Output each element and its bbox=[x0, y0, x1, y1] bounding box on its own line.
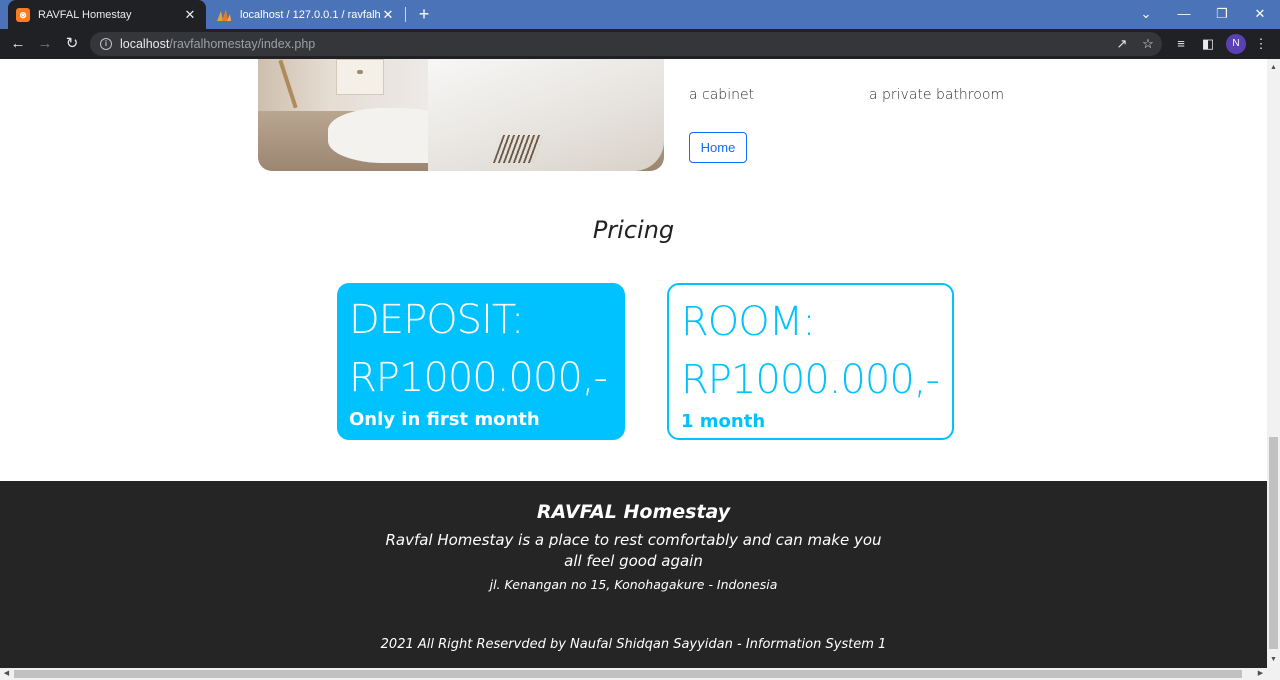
scroll-down-icon[interactable]: ▼ bbox=[1267, 653, 1280, 666]
photo-drawer bbox=[336, 59, 384, 95]
share-icon[interactable]: ↗ bbox=[1112, 32, 1132, 56]
reload-icon[interactable]: ↻ bbox=[60, 32, 84, 56]
browser-toolbar: ← → ↻ i localhost/ravfalhomestay/index.p… bbox=[0, 29, 1280, 59]
vertical-scroll-thumb[interactable] bbox=[1269, 437, 1278, 649]
horizontal-scrollbar[interactable]: ◀ ▶ bbox=[0, 668, 1280, 680]
tab-divider bbox=[405, 7, 406, 22]
back-icon[interactable]: ← bbox=[6, 32, 30, 56]
media-control-icon[interactable]: ≡ bbox=[1170, 32, 1192, 56]
deposit-amount: RP1000.000,- bbox=[349, 355, 608, 401]
room-price-card: ROOM: RP1000.000,- 1 month bbox=[667, 283, 954, 440]
amenity-cabinet: a cabinet bbox=[689, 87, 755, 103]
room-photo bbox=[258, 59, 664, 171]
scroll-up-icon[interactable]: ▲ bbox=[1267, 61, 1280, 74]
xampp-icon: ⊛ bbox=[16, 7, 30, 22]
side-panel-icon[interactable]: ◧ bbox=[1197, 32, 1219, 56]
deposit-note: Only in first month bbox=[349, 409, 540, 430]
minimize-icon[interactable]: — bbox=[1165, 0, 1203, 29]
footer-brand: RAVFAL Homestay bbox=[536, 501, 731, 523]
room-note: 1 month bbox=[681, 411, 766, 432]
url-text: localhost/ravfalhomestay/index.php bbox=[120, 37, 316, 51]
room-label: ROOM: bbox=[681, 299, 816, 345]
tab-title: RAVFAL Homestay bbox=[38, 8, 132, 21]
vertical-scrollbar[interactable]: ▲ ▼ bbox=[1267, 59, 1280, 668]
scroll-right-icon[interactable]: ▶ bbox=[1254, 668, 1267, 680]
tab-title: localhost / 127.0.0.1 / ravfalhomestay bbox=[240, 8, 380, 21]
bookmark-star-icon[interactable]: ☆ bbox=[1138, 32, 1158, 56]
deposit-label: DEPOSIT: bbox=[349, 297, 524, 343]
deposit-price-card: DEPOSIT: RP1000.000,- Only in first mont… bbox=[337, 283, 625, 440]
site-footer: RAVFAL Homestay Ravfal Homestay is a pla… bbox=[0, 481, 1267, 668]
footer-copyright: 2021 All Right Reservded by Naufal Shidq… bbox=[380, 637, 887, 652]
site-info-icon[interactable]: i bbox=[100, 38, 112, 50]
forward-icon[interactable]: → bbox=[33, 32, 57, 56]
address-bar[interactable]: i localhost/ravfalhomestay/index.php ↗ ☆ bbox=[90, 32, 1162, 56]
tab-ravfal-homestay[interactable]: ⊛ RAVFAL Homestay ✕ bbox=[8, 0, 206, 29]
tab-phpmyadmin[interactable]: localhost / 127.0.0.1 / ravfalhomestay ✕ bbox=[208, 0, 404, 29]
footer-address: jl. Kenangan no 15, Konohagakure - Indon… bbox=[489, 577, 778, 592]
photo-chair-leg bbox=[278, 59, 298, 109]
scroll-left-icon[interactable]: ◀ bbox=[0, 668, 13, 680]
tab-search-icon[interactable]: ⌄ bbox=[1127, 0, 1165, 29]
menu-kebab-icon[interactable]: ⋮ bbox=[1250, 32, 1272, 56]
amenity-private-bathroom: a private bathroom bbox=[869, 87, 1005, 103]
home-button[interactable]: Home bbox=[689, 132, 747, 163]
phpmyadmin-icon bbox=[217, 8, 231, 21]
room-amount: RP1000.000,- bbox=[681, 357, 940, 403]
close-tab-icon[interactable]: ✕ bbox=[380, 7, 396, 23]
tab-strip: ⊛ RAVFAL Homestay ✕ localhost / 127.0.0.… bbox=[0, 0, 1280, 29]
pricing-heading: Pricing bbox=[592, 216, 675, 244]
profile-avatar[interactable]: N bbox=[1226, 34, 1246, 54]
page-viewport: a cabinet a private bathroom Home Pricin… bbox=[0, 59, 1267, 668]
restore-icon[interactable]: ❐ bbox=[1203, 0, 1241, 29]
footer-tagline: Ravfal Homestay is a place to rest comfo… bbox=[385, 531, 882, 570]
new-tab-icon[interactable]: + bbox=[414, 3, 434, 25]
close-window-icon[interactable]: ✕ bbox=[1241, 0, 1279, 29]
horizontal-scroll-thumb[interactable] bbox=[14, 670, 1242, 678]
photo-bed bbox=[428, 59, 664, 171]
close-tab-icon[interactable]: ✕ bbox=[182, 7, 198, 23]
